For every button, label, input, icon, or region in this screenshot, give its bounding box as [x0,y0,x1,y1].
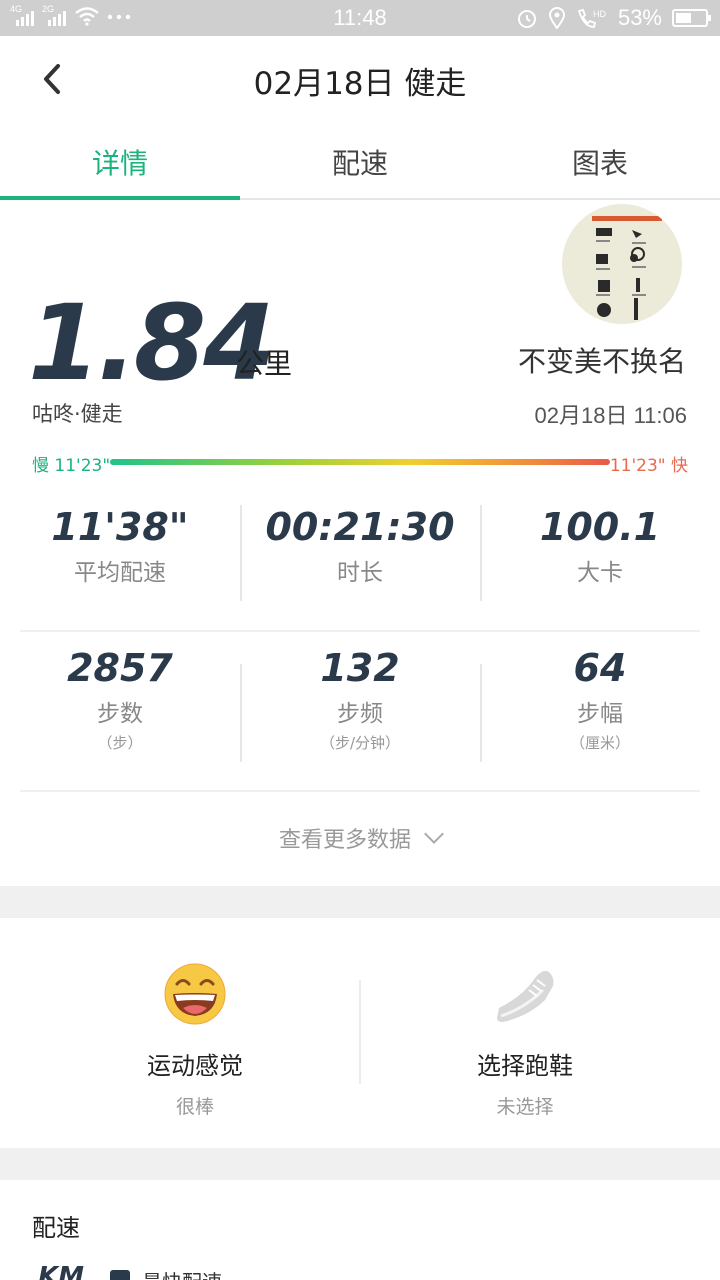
stat-value: 00:21:30 [265,505,455,549]
feeling-title: 运动感觉 [147,1052,243,1080]
more-data-label: 查看更多数据 [278,828,411,853]
stat-label: 步频 [337,701,383,727]
stat-calories: 100.1 大卡 [480,505,720,601]
shoes-card[interactable]: 选择跑鞋 未选择 [345,950,705,1130]
username: 不变美不换名 [517,345,686,378]
divider [20,630,700,632]
stat-label: 平均配速 [74,560,166,586]
activity-datetime: 02月18日 11:06 [534,403,687,428]
shoes-value: 未选择 [496,1096,554,1118]
battery-icon [672,9,711,27]
stats-row-steps: 2857 步数 （步） 132 步频 （步/分钟） 64 步幅 （厘米） [0,646,720,762]
km-axis-label: KM [38,1262,85,1280]
running-shoe-icon [497,970,554,1022]
header: 02月18日 健走 [0,36,720,122]
pace-fast-label: 11'23" 快 [609,456,688,476]
tab-pace[interactable]: 配速 [240,122,480,198]
laughing-face-icon [164,963,226,1025]
stat-label: 步数 [97,701,143,727]
pace-section-title: 配速 [32,1214,80,1242]
pace-gradient-bar [110,459,610,465]
feeling-card[interactable]: 运动感觉 很棒 [15,950,375,1130]
tab-bar: 详情 配速 图表 [0,122,720,200]
battery-percent: 53% [617,5,662,30]
distance-unit: 公里 [236,347,293,380]
legend-swatch [110,1270,130,1280]
tab-charts[interactable]: 图表 [480,122,720,198]
svg-text:HD: HD [593,9,606,19]
status-bar: 4G 2G 11:48 HD 53% [0,0,720,36]
section-gap [0,1148,720,1180]
stat-cadence: 132 步频 （步/分钟） [240,646,480,762]
stat-value: 132 [320,646,400,690]
stat-value: 64 [573,646,627,690]
stat-steps: 2857 步数 （步） [0,646,240,762]
avatar-image [592,216,662,320]
stat-label: 时长 [337,560,383,586]
sport-type: 咕咚·健走 [32,402,123,426]
legend-label: 最快配速 [142,1266,222,1280]
stat-value: 2857 [67,646,173,690]
feeling-value: 很棒 [175,1096,214,1118]
alarm-icon [517,10,536,28]
stat-unit: （步） [97,734,143,752]
stats-row-primary: 11'38" 平均配速 00:21:30 时长 100.1 大卡 [0,505,720,601]
stat-value: 100.1 [539,505,661,549]
location-icon [548,7,565,29]
stat-duration: 00:21:30 时长 [240,505,480,601]
avatar[interactable] [562,204,682,324]
stat-unit: （厘米） [569,734,630,752]
stat-label: 大卡 [577,560,623,586]
pace-slow-label: 慢 11'23" [32,456,111,476]
stat-unit: （步/分钟） [319,734,401,752]
stat-value: 11'38" [51,505,189,549]
hd-call-icon: HD [577,8,606,28]
stat-avg-pace: 11'38" 平均配速 [0,505,240,601]
more-data-button[interactable]: 查看更多数据 [0,822,720,854]
stat-stride: 64 步幅 （厘米） [480,646,720,762]
divider [20,790,700,792]
stat-label: 步幅 [577,701,623,727]
chevron-down-icon [424,824,444,844]
tab-details[interactable]: 详情 [0,122,240,200]
page-title: 02月18日 健走 [253,66,467,102]
shoes-title: 选择跑鞋 [477,1052,573,1080]
section-gap [0,886,720,918]
